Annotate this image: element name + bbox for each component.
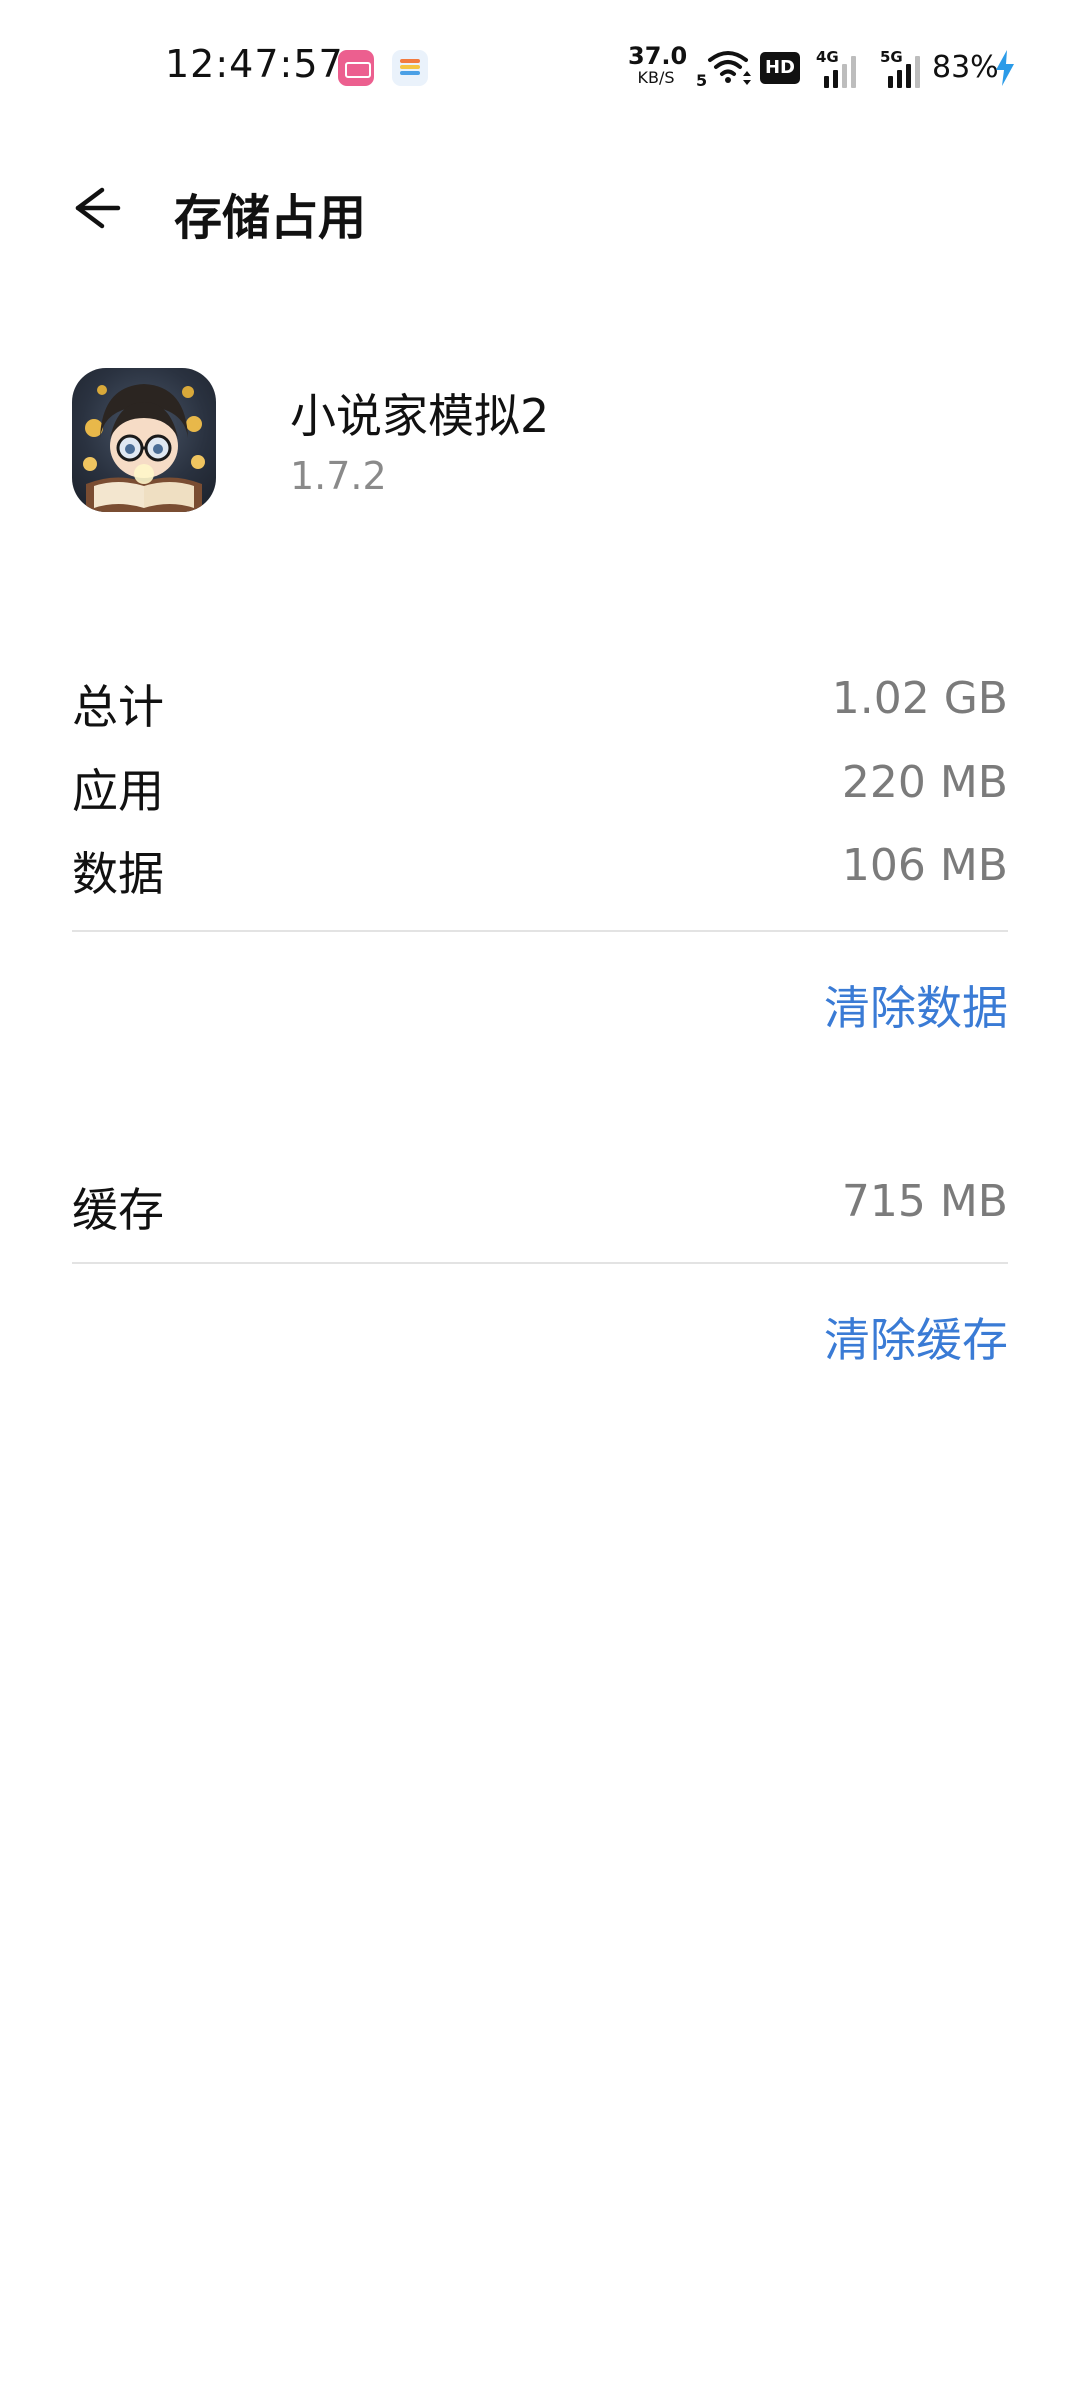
hd-icon: HD <box>760 52 800 84</box>
total-label: 总计 <box>72 680 164 734</box>
signal-4g-icon: 4G <box>816 48 866 88</box>
app-name: 小说家模拟2 <box>290 389 550 443</box>
data-size-label: 数据 <box>72 847 164 901</box>
network-speed-unit: KB/S <box>637 68 675 87</box>
app-version: 1.7.2 <box>290 454 387 498</box>
storage-row-app: 应用 220 MB <box>72 745 1008 818</box>
clear-cache-button[interactable]: 清除缓存 <box>824 1304 1008 1370</box>
status-bar: 12:47:57 37.0 KB/S 5 HD 4G 5G 83% <box>0 0 1080 135</box>
storage-row-cache: 缓存 715 MB <box>72 1164 1008 1237</box>
network-speed: 37.0 KB/S <box>628 42 688 87</box>
signal-4g-label: 4G <box>816 48 839 66</box>
cache-label: 缓存 <box>72 1183 164 1237</box>
app-info: 小说家模拟2 1.7.2 <box>0 360 1080 520</box>
battery-level: 83% <box>932 50 999 85</box>
back-button[interactable] <box>56 176 132 240</box>
divider <box>72 930 1008 932</box>
app-size-label: 应用 <box>72 764 164 818</box>
signal-5g-label: 5G <box>880 48 903 66</box>
total-value: 1.02 GB <box>831 673 1008 724</box>
status-time: 12:47:57 <box>165 42 344 86</box>
clear-data-button[interactable]: 清除数据 <box>824 972 1008 1038</box>
data-size-value: 106 MB <box>841 840 1008 891</box>
bolt-icon <box>994 50 1016 86</box>
storage-row-data: 数据 106 MB <box>72 828 1008 901</box>
storage-row-total: 总计 1.02 GB <box>72 661 1008 734</box>
notification-app-icon <box>338 50 374 86</box>
wifi-badge: 5 <box>696 71 707 88</box>
network-speed-value: 37.0 <box>628 42 688 70</box>
wifi-icon: 5 <box>696 46 752 90</box>
cache-value: 715 MB <box>841 1176 1008 1227</box>
signal-5g-icon: 5G <box>880 48 930 88</box>
app-size-value: 220 MB <box>841 757 1008 808</box>
app-icon <box>72 368 216 512</box>
notification-gallery-icon <box>392 50 428 86</box>
page-title: 存储占用 <box>174 190 367 246</box>
divider <box>72 1262 1008 1264</box>
header: 存储占用 <box>0 150 1080 270</box>
back-arrow-icon <box>75 187 121 229</box>
